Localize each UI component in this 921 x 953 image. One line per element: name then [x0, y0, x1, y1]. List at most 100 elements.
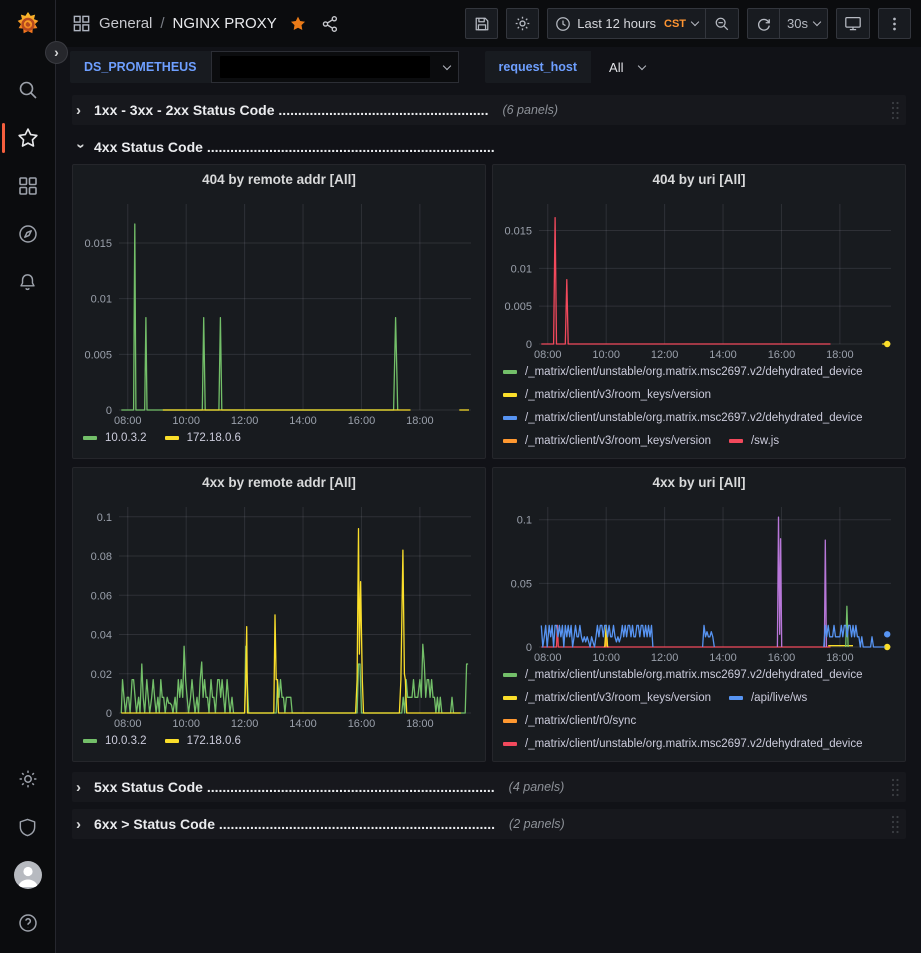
legend-item[interactable]: /_matrix/client/unstable/org.matrix.msc2… — [503, 360, 863, 383]
svg-text:10:00: 10:00 — [592, 349, 620, 360]
request-host-variable-dropdown[interactable]: All — [601, 51, 653, 83]
legend-item[interactable]: /_matrix/client/unstable/org.matrix.msc2… — [503, 406, 863, 429]
dashboard-grid-icon[interactable] — [72, 14, 91, 33]
sidebar-item-server-admin[interactable] — [0, 803, 56, 851]
legend-label: 172.18.0.6 — [187, 735, 241, 747]
svg-text:16:00: 16:00 — [348, 415, 376, 426]
svg-text:18:00: 18:00 — [826, 652, 854, 663]
sidebar-item-alerting[interactable] — [0, 258, 56, 306]
legend-item[interactable]: /_matrix/client/v3/room_keys/version — [503, 686, 711, 709]
gear-icon — [17, 768, 39, 790]
legend-item[interactable]: /_matrix/client/unstable/org.matrix.msc2… — [503, 663, 863, 686]
legend-label: /_matrix/client/v3/room_keys/version — [525, 389, 711, 401]
legend-label: 10.0.3.2 — [105, 735, 147, 747]
refresh-interval-picker[interactable]: 30s — [780, 8, 828, 39]
time-range-picker[interactable]: Last 12 hours CST — [547, 8, 706, 39]
series-line — [541, 625, 830, 647]
save-dashboard-button[interactable] — [465, 8, 498, 39]
legend-label: /_matrix/client/v3/room_keys/version — [525, 435, 711, 447]
timeseries-chart[interactable]: 08:0010:0012:0014:0016:0018:0000.0050.01… — [81, 194, 477, 426]
datasource-variable-value — [220, 56, 430, 78]
series-point — [884, 631, 890, 637]
favorite-star-icon[interactable] — [289, 15, 307, 33]
magnifier-minus-icon — [714, 16, 730, 32]
series-line — [121, 224, 397, 410]
sidebar-item-dashboards[interactable] — [0, 162, 56, 210]
legend-swatch — [503, 719, 517, 723]
legend-item[interactable]: /_matrix/client/unstable/org.matrix.msc2… — [503, 732, 863, 755]
svg-text:0: 0 — [106, 405, 112, 417]
legend-item[interactable]: /_matrix/client/v3/room_keys/version — [503, 429, 711, 452]
row-header-5xx[interactable]: › 5xx Status Code ......................… — [72, 772, 906, 802]
legend-label: /_matrix/client/r0/sync — [525, 715, 636, 727]
row-drag-handle[interactable] — [890, 814, 900, 834]
sidebar-expand-button[interactable]: › — [45, 41, 68, 64]
refresh-dashboard-button[interactable] — [747, 8, 780, 39]
series-line — [777, 517, 826, 647]
cycle-view-mode-button[interactable] — [836, 8, 870, 39]
panel-title[interactable]: 404 by remote addr [All] — [81, 165, 477, 194]
sidebar-item-starred[interactable] — [0, 114, 56, 162]
panel-4xx-by-uri: 4xx by uri [All] 08:0010:0012:0014:0016:… — [492, 467, 906, 762]
legend-item[interactable]: 10.0.3.2 — [83, 426, 147, 449]
panel-title[interactable]: 4xx by uri [All] — [501, 468, 897, 497]
sidebar-item-help[interactable] — [0, 899, 56, 947]
breadcrumb-section[interactable]: General — [99, 15, 152, 32]
row-header-1xx-3xx-2xx[interactable]: › 1xx - 3xx - 2xx Status Code ..........… — [72, 95, 906, 125]
legend-item[interactable]: 172.18.0.6 — [165, 426, 241, 449]
sidebar-item-explore[interactable] — [0, 210, 56, 258]
timeseries-chart[interactable]: 08:0010:0012:0014:0016:0018:0000.050.1 — [501, 497, 897, 663]
panel-legend: 10.0.3.2 172.18.0.6 — [81, 729, 477, 755]
row-drag-handle[interactable] — [890, 777, 900, 797]
svg-text:14:00: 14:00 — [709, 652, 737, 663]
row-title: 6xx > Status Code ......................… — [94, 816, 495, 832]
legend-item[interactable]: /_matrix/client/v3/room_keys/version — [503, 383, 711, 406]
request-host-variable-label[interactable]: request_host — [485, 51, 592, 83]
chevron-right-icon: › — [76, 816, 86, 833]
row-header-6xx[interactable]: › 6xx > Status Code ....................… — [72, 809, 906, 839]
svg-text:0.04: 0.04 — [91, 630, 112, 642]
legend-item[interactable]: /api/live/ws — [729, 686, 807, 709]
row-panel-count: (2 panels) — [509, 817, 565, 831]
chevron-right-icon: › — [76, 779, 86, 796]
svg-text:12:00: 12:00 — [651, 652, 679, 663]
datasource-variable-dropdown[interactable] — [211, 51, 459, 83]
panel-title[interactable]: 404 by uri [All] — [501, 165, 897, 194]
timeseries-chart[interactable]: 08:0010:0012:0014:0016:0018:0000.0050.01… — [501, 194, 897, 360]
panel-title[interactable]: 4xx by remote addr [All] — [81, 468, 477, 497]
zoom-out-time-button[interactable] — [706, 8, 739, 39]
row-drag-handle[interactable] — [890, 100, 900, 120]
save-icon — [474, 16, 490, 32]
series-line — [541, 625, 885, 647]
legend-item[interactable]: /sw.js — [729, 429, 779, 452]
dashboard-title[interactable]: NGINX PROXY — [173, 15, 277, 32]
sidebar-item-profile[interactable] — [0, 851, 56, 899]
svg-text:08:00: 08:00 — [114, 415, 142, 426]
legend-item[interactable]: 172.18.0.6 — [165, 729, 241, 752]
dashboard-settings-button[interactable] — [506, 8, 539, 39]
timeseries-chart[interactable]: 08:0010:0012:0014:0016:0018:0000.020.040… — [81, 497, 477, 729]
legend-item[interactable]: 10.0.3.2 — [83, 729, 147, 752]
sidebar-item-search[interactable] — [0, 66, 56, 114]
share-icon[interactable] — [321, 15, 339, 33]
legend-item[interactable]: /_matrix/client/r0/sync — [503, 709, 636, 732]
clock-icon — [555, 16, 571, 32]
legend-swatch — [165, 739, 179, 743]
datasource-variable-label[interactable]: DS_PROMETHEUS — [70, 51, 211, 83]
svg-text:18:00: 18:00 — [406, 718, 434, 729]
chevron-right-icon: › — [76, 102, 86, 119]
row-header-4xx[interactable]: › 4xx Status Code ......................… — [72, 132, 906, 162]
panel-4xx-by-remote-addr: 4xx by remote addr [All] 08:0010:0012:00… — [72, 467, 486, 762]
svg-text:08:00: 08:00 — [534, 652, 562, 663]
legend-label: /api/live/ws — [751, 692, 807, 704]
series-line — [541, 218, 830, 344]
legend-swatch — [503, 696, 517, 700]
legend-label: /_matrix/client/unstable/org.matrix.msc2… — [525, 669, 863, 681]
grafana-logo[interactable] — [13, 10, 43, 40]
kebab-menu-button[interactable] — [878, 8, 911, 39]
svg-text:0.02: 0.02 — [91, 669, 112, 681]
svg-text:16:00: 16:00 — [348, 718, 376, 729]
sidebar-item-configuration[interactable] — [0, 755, 56, 803]
svg-text:12:00: 12:00 — [651, 349, 679, 360]
svg-text:10:00: 10:00 — [172, 415, 200, 426]
